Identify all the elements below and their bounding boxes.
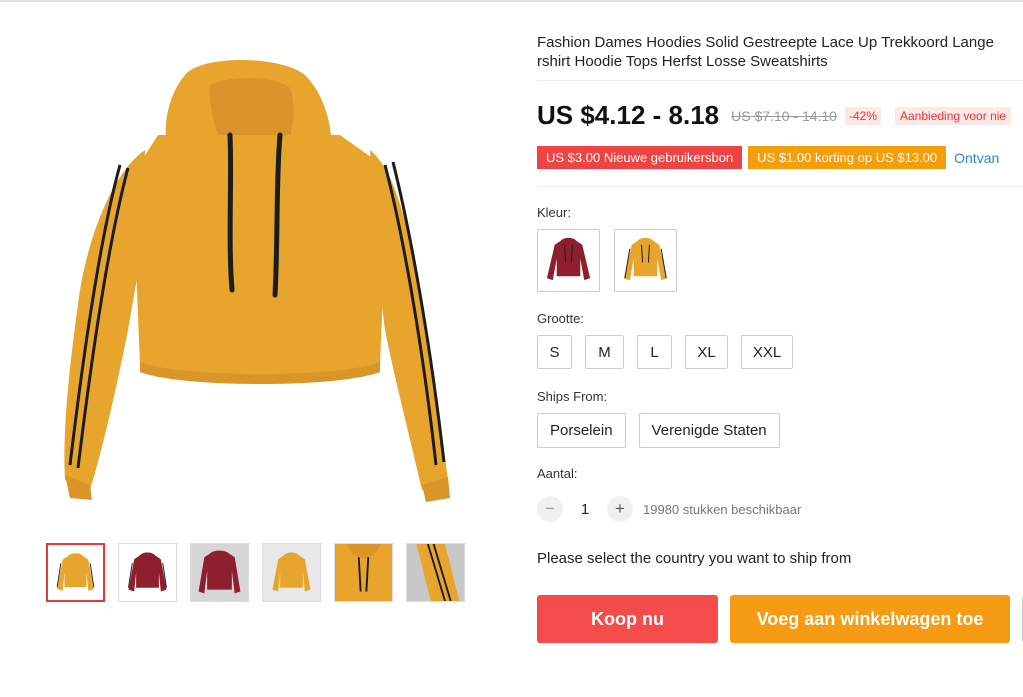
thumbnail-3[interactable] [190, 543, 249, 602]
size-m-button[interactable]: M [585, 335, 624, 369]
size-xxl-button[interactable]: XXL [741, 335, 793, 369]
price-row: US $4.12 - 8.18 US $7.10 - 14.10 -42% Aa… [537, 100, 1012, 131]
main-product-image[interactable] [40, 40, 480, 530]
color-options [537, 229, 677, 292]
product-info-panel: Fashion Dames Hoodies Solid Gestreepte L… [537, 0, 1023, 697]
color-label: Kleur: [537, 205, 571, 220]
size-options: S M L XL XXL [537, 335, 793, 369]
discount-coupon[interactable]: US $1.00 korting op US $13.00 [748, 146, 947, 169]
product-title-line-2: rshirt Hoodie Tops Herfst Losse Sweatshi… [537, 53, 828, 70]
size-s-button[interactable]: S [537, 335, 572, 369]
receive-coupon-link[interactable]: Ontvan [954, 150, 999, 166]
thumbnail-1[interactable] [46, 543, 105, 602]
shipping-message: Please select the country you want to sh… [537, 550, 852, 567]
discount-badge: -42% [844, 106, 881, 125]
buy-now-button[interactable]: Koop nu [537, 595, 718, 643]
thumbnail-5[interactable] [334, 543, 393, 602]
color-option-burgundy[interactable] [537, 229, 600, 292]
quantity-label: Aantal: [537, 466, 578, 481]
available-stock: 19980 stukken beschikbaar [643, 501, 802, 517]
quantity-increase-button[interactable]: + [607, 496, 633, 522]
product-title: Fashion Dames Hoodies Solid Gestreepte L… [537, 33, 1023, 71]
action-buttons: Koop nu Voeg aan winkelwagen toe [537, 595, 1023, 643]
coupon-row: US $3.00 Nieuwe gebruikersbon US $1.00 k… [537, 146, 999, 169]
thumbnail-6[interactable] [406, 543, 465, 602]
quantity-stepper: − 1 + 19980 stukken beschikbaar [537, 496, 801, 522]
ships-from-options: Porselein Verenigde Staten [537, 413, 780, 448]
new-user-coupon[interactable]: US $3.00 Nieuwe gebruikersbon [537, 146, 743, 169]
hoodie-image [64, 60, 450, 502]
size-xl-button[interactable]: XL [685, 335, 728, 369]
ships-from-china-button[interactable]: Porselein [537, 413, 626, 448]
quantity-decrease-button[interactable]: − [537, 496, 563, 522]
add-to-cart-button[interactable]: Voeg aan winkelwagen toe [730, 595, 1010, 643]
color-option-mustard[interactable] [614, 229, 677, 292]
thumbnail-strip [46, 543, 465, 602]
ships-from-us-button[interactable]: Verenigde Staten [638, 413, 780, 448]
ships-from-label: Ships From: [537, 389, 608, 404]
original-price: US $7.10 - 14.10 [731, 107, 837, 124]
promo-badge: Aanbieding voor nie [895, 106, 1012, 125]
quantity-value[interactable]: 1 [563, 501, 607, 518]
product-title-line-1: Fashion Dames Hoodies Solid Gestreepte L… [537, 34, 994, 51]
thumbnail-4[interactable] [262, 543, 321, 602]
divider [537, 80, 1023, 81]
price: US $4.12 - 8.18 [537, 100, 720, 130]
size-l-button[interactable]: L [637, 335, 672, 369]
size-label: Grootte: [537, 311, 584, 326]
thumbnail-2[interactable] [118, 543, 177, 602]
divider [537, 186, 1023, 187]
